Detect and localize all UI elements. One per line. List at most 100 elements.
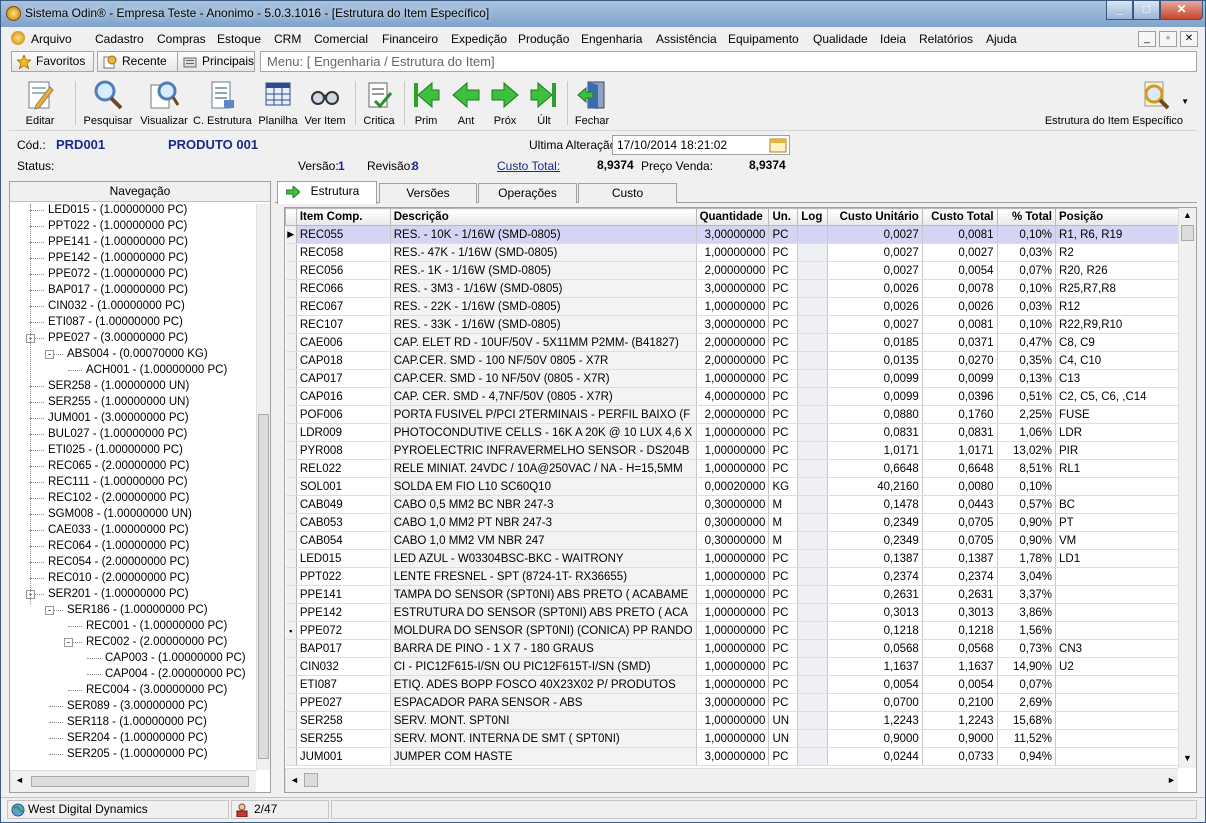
tree-node[interactable]: REC054 - (2.00000000 PC) xyxy=(48,554,189,570)
cell-item-comp[interactable]: CAB049 xyxy=(296,495,391,514)
cell-un[interactable]: PC xyxy=(768,333,799,352)
cell-custo-total[interactable]: 0,0054 xyxy=(922,675,998,694)
cell-item-comp[interactable]: SER258 xyxy=(296,711,391,730)
table-row[interactable]: PPT022 LENTE FRESNEL - SPT (8724-1T- RX36… xyxy=(285,567,1196,586)
cell-posicao[interactable]: BC xyxy=(1055,495,1196,514)
cell-quantidade[interactable]: 1,00000000 xyxy=(696,711,770,730)
tree-node[interactable]: REC010 - (2.00000000 PC) xyxy=(48,570,189,586)
row-indicator[interactable] xyxy=(285,279,297,298)
cell-posicao[interactable]: R20, R26 xyxy=(1055,261,1196,280)
tab-custo[interactable]: Custo xyxy=(578,183,677,203)
tree-node[interactable]: REC002 - (2.00000000 PC) xyxy=(86,634,227,650)
row-indicator[interactable]: ▪ xyxy=(285,621,297,640)
tree-node[interactable]: SER118 - (1.00000000 PC) xyxy=(67,714,207,730)
menu-arquivo[interactable]: Arquivo xyxy=(31,32,72,46)
cell-quantidade[interactable]: 3,00000000 xyxy=(696,315,770,334)
tree-node[interactable]: PPE142 - (1.00000000 PC) xyxy=(48,250,188,266)
cell-quantidade[interactable]: 2,00000000 xyxy=(696,261,770,280)
cell-log[interactable] xyxy=(797,549,829,568)
cell-custo-unitario[interactable]: 0,0099 xyxy=(827,387,923,406)
cell-log[interactable] xyxy=(797,423,829,442)
cell-un[interactable]: PC xyxy=(768,603,799,622)
cell-custo-total[interactable]: 0,1218 xyxy=(922,621,998,640)
cell-custo-total[interactable]: 0,0027 xyxy=(922,243,998,262)
row-indicator[interactable] xyxy=(285,405,297,424)
row-indicator[interactable] xyxy=(285,315,297,334)
cell-quantidade[interactable]: 1,00000000 xyxy=(696,549,770,568)
cell-quantidade[interactable]: 2,00000000 xyxy=(696,333,770,352)
tree-node[interactable]: CAE033 - (1.00000000 PC) xyxy=(48,522,189,538)
cell-un[interactable]: PC xyxy=(768,405,799,424)
cell-pct-total[interactable]: 3,86% xyxy=(997,603,1057,622)
cell-log[interactable] xyxy=(797,657,829,676)
cell-descricao[interactable]: ESTRUTURA DO SENSOR (SPT0NI) ABS PRETO (… xyxy=(390,603,697,622)
cell-pct-total[interactable]: 0,03% xyxy=(997,243,1057,262)
row-indicator[interactable] xyxy=(285,477,297,496)
cell-un[interactable]: PC xyxy=(768,675,799,694)
tree-node[interactable]: REC004 - (3.00000000 PC) xyxy=(86,682,227,698)
ult-button[interactable]: Últ xyxy=(527,77,561,129)
cell-custo-total[interactable]: 0,1760 xyxy=(922,405,998,424)
tree-node[interactable]: PPE141 - (1.00000000 PC) xyxy=(48,234,188,250)
scroll-thumb[interactable] xyxy=(258,414,269,759)
cell-custo-unitario[interactable]: 0,1387 xyxy=(827,549,923,568)
cell-un[interactable]: UN xyxy=(768,711,799,730)
table-row[interactable]: POF006 PORTA FUSIVEL P/PCI 2TERMINAIS - P… xyxy=(285,405,1196,424)
tree-node[interactable]: REC064 - (1.00000000 PC) xyxy=(48,538,189,554)
table-row[interactable]: PPE142 ESTRUTURA DO SENSOR (SPT0NI) ABS P… xyxy=(285,603,1196,622)
cell-custo-total[interactable]: 0,0054 xyxy=(922,261,998,280)
cell-descricao[interactable]: SERV. MONT. SPT0NI xyxy=(390,711,697,730)
cell-quantidade[interactable]: 1,00000000 xyxy=(696,603,770,622)
cell-un[interactable]: PC xyxy=(768,747,799,766)
cell-quantidade[interactable]: 3,00000000 xyxy=(696,225,770,244)
menu-app-icon[interactable] xyxy=(11,31,25,45)
row-indicator[interactable] xyxy=(285,639,297,658)
tree-node[interactable]: ETI025 - (1.00000000 PC) xyxy=(48,442,183,458)
cell-custo-unitario[interactable]: 0,0054 xyxy=(827,675,923,694)
cell-pct-total[interactable]: 0,90% xyxy=(997,531,1057,550)
cell-pct-total[interactable]: 13,02% xyxy=(997,441,1057,460)
cell-descricao[interactable]: ESPACADOR PARA SENSOR - ABS xyxy=(390,693,697,712)
cell-quantidade[interactable]: 1,00000000 xyxy=(696,459,770,478)
cell-posicao[interactable]: VM xyxy=(1055,531,1196,550)
grid-vertical-scrollbar[interactable]: ▲ ▼ xyxy=(1178,208,1196,768)
cell-quantidade[interactable]: 0,30000000 xyxy=(696,531,770,550)
cell-item-comp[interactable]: PYR008 xyxy=(296,441,391,460)
cell-item-comp[interactable]: REL022 xyxy=(296,459,391,478)
cell-descricao[interactable]: LENTE FRESNEL - SPT (8724-1T- RX36655) xyxy=(390,567,697,586)
cell-descricao[interactable]: MOLDURA DO SENSOR (SPT0NI) (CONICA) PP R… xyxy=(390,621,697,640)
cell-item-comp[interactable]: CAP018 xyxy=(296,351,391,370)
table-row[interactable]: CIN032 CI - PIC12F615-I/SN OU PIC12F615T-… xyxy=(285,657,1196,676)
cell-custo-unitario[interactable]: 0,0026 xyxy=(827,297,923,316)
cell-item-comp[interactable]: PPE072 xyxy=(296,621,391,640)
cell-descricao[interactable]: LED AZUL - W03304BSC-BKC - WAITRONY xyxy=(390,549,697,568)
cell-custo-unitario[interactable]: 0,3013 xyxy=(827,603,923,622)
row-indicator[interactable] xyxy=(285,495,297,514)
cell-un[interactable]: PC xyxy=(768,243,799,262)
cell-item-comp[interactable]: PPT022 xyxy=(296,567,391,586)
cell-custo-total[interactable]: 0,0080 xyxy=(922,477,998,496)
h-scroll-thumb[interactable] xyxy=(31,776,249,787)
col-header-custo-unitario[interactable]: Custo Unitário xyxy=(827,208,923,226)
cell-log[interactable] xyxy=(797,567,829,586)
cell-descricao[interactable]: BARRA DE PINO - 1 X 7 - 180 GRAUS xyxy=(390,639,697,658)
cell-custo-unitario[interactable]: 0,0135 xyxy=(827,351,923,370)
menu-crm[interactable]: CRM xyxy=(274,32,301,46)
table-row[interactable]: PYR008 PYROELECTRIC INFRAVERMELHO SENSOR … xyxy=(285,441,1196,460)
mdi-close-button[interactable]: ✕ xyxy=(1180,31,1198,47)
cell-posicao[interactable]: LDR xyxy=(1055,423,1196,442)
cell-log[interactable] xyxy=(797,513,829,532)
col-header-quantidade[interactable]: Quantidade xyxy=(695,208,770,226)
cell-quantidade[interactable]: 2,00000000 xyxy=(696,405,770,424)
cell-log[interactable] xyxy=(797,225,829,244)
cell-un[interactable]: PC xyxy=(768,657,799,676)
table-row[interactable]: CAE006 CAP. ELET RD - 10UF/50V - 5X11MM P… xyxy=(285,333,1196,352)
cell-custo-total[interactable]: 0,0081 xyxy=(922,225,998,244)
cell-log[interactable] xyxy=(797,459,829,478)
table-row[interactable]: ▶ REC055 RES. - 10K - 1/16W (SMD-0805) 3,00… xyxy=(285,225,1196,244)
tab-versoes[interactable]: Versões xyxy=(379,183,477,203)
tree-vertical-scrollbar[interactable] xyxy=(256,204,270,770)
cell-item-comp[interactable]: ETI087 xyxy=(296,675,391,694)
cell-quantidade[interactable]: 1,00000000 xyxy=(696,567,770,586)
cell-item-comp[interactable]: SER255 xyxy=(296,729,391,748)
